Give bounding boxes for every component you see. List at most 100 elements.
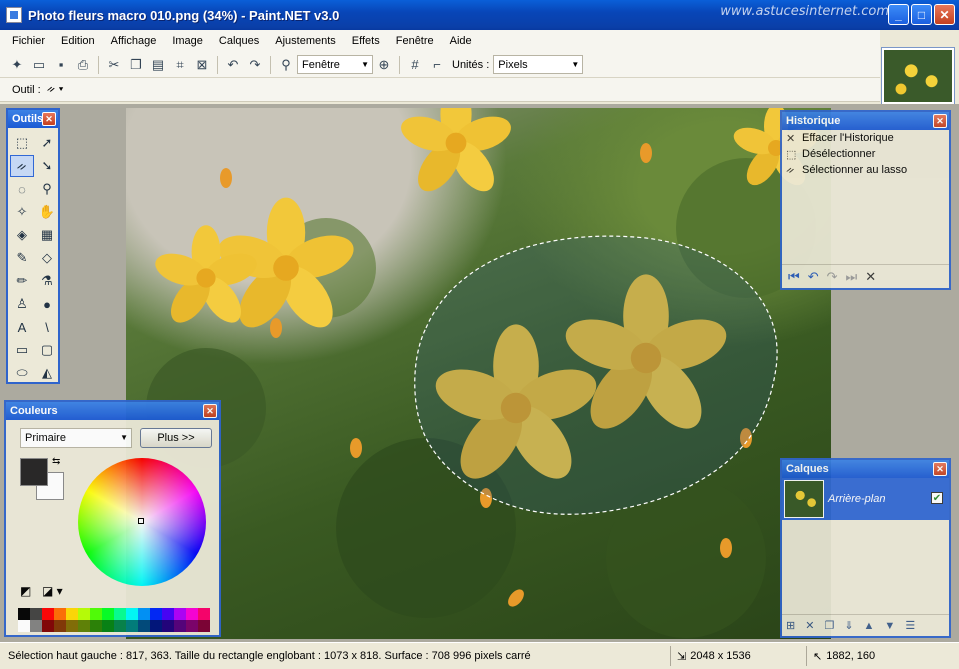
- clone-stamp-icon[interactable]: ♙: [10, 293, 34, 315]
- line-curve-icon[interactable]: \: [35, 316, 59, 338]
- menu-calques[interactable]: Calques: [211, 35, 267, 47]
- maximize-button[interactable]: □: [911, 4, 932, 25]
- move-layer-up-icon[interactable]: ▲: [864, 620, 875, 632]
- palette-swatch[interactable]: [126, 608, 138, 620]
- rewind-icon[interactable]: ⏮: [788, 269, 800, 285]
- paint-bucket-icon[interactable]: ◈: [10, 224, 34, 246]
- palette-swatch[interactable]: [42, 608, 54, 620]
- zoom-out-icon[interactable]: ⚲: [275, 54, 297, 76]
- palette-swatch[interactable]: [114, 608, 126, 620]
- fast-forward-icon[interactable]: ⏭: [846, 269, 858, 285]
- palette-swatch[interactable]: [114, 620, 126, 632]
- delete-layer-icon[interactable]: ✕: [805, 619, 814, 632]
- menu-ajustements[interactable]: Ajustements: [267, 35, 344, 47]
- menu-edition[interactable]: Edition: [53, 35, 103, 47]
- palette-swatch[interactable]: [102, 620, 114, 632]
- menu-fichier[interactable]: Fichier: [4, 35, 53, 47]
- palette-swatch[interactable]: [66, 620, 78, 632]
- palette-swatch[interactable]: [18, 620, 30, 632]
- new-file-icon[interactable]: ✦: [6, 54, 28, 76]
- color-mode-select[interactable]: Primaire ▼: [20, 428, 132, 448]
- palette-swatch[interactable]: [126, 620, 138, 632]
- gradient-icon[interactable]: ▦: [35, 224, 59, 246]
- menu-image[interactable]: Image: [164, 35, 211, 47]
- palette-swatch[interactable]: [186, 620, 198, 632]
- close-icon[interactable]: ✕: [933, 114, 947, 128]
- save-icon[interactable]: ▪: [50, 54, 72, 76]
- palette-swatch[interactable]: [162, 608, 174, 620]
- history-item[interactable]: ✕ Effacer l'Historique: [782, 130, 949, 146]
- move-selected-icon[interactable]: ➘: [35, 155, 59, 177]
- ellipse-select-icon[interactable]: ◌: [10, 178, 34, 200]
- palette-swatch[interactable]: [102, 608, 114, 620]
- menu-fenetre[interactable]: Fenêtre: [388, 35, 442, 47]
- rectangle-shape-icon[interactable]: ▭: [10, 339, 34, 361]
- close-icon[interactable]: ✕: [933, 462, 947, 476]
- menu-effets[interactable]: Effets: [344, 35, 388, 47]
- recolor-icon[interactable]: ●: [35, 293, 59, 315]
- zoom-icon[interactable]: ⚲: [35, 178, 59, 200]
- palette-swatch[interactable]: [78, 620, 90, 632]
- more-colors-button[interactable]: Plus >>: [140, 428, 212, 448]
- palette-swatch[interactable]: [78, 608, 90, 620]
- redo-icon[interactable]: ↷: [244, 54, 266, 76]
- undo-icon[interactable]: ↶: [222, 54, 244, 76]
- duplicate-layer-icon[interactable]: ❐: [824, 619, 834, 632]
- rounded-rectangle-icon[interactable]: ▢: [35, 339, 59, 361]
- palette-swatch[interactable]: [198, 620, 210, 632]
- palette-swatch[interactable]: [198, 608, 210, 620]
- palette-swatch[interactable]: [162, 620, 174, 632]
- menu-aide[interactable]: Aide: [442, 35, 480, 47]
- lasso-tool-selector[interactable]: ᨀ ▾: [47, 83, 64, 96]
- eraser-icon[interactable]: ◇: [35, 247, 59, 269]
- palette-swatch[interactable]: [66, 608, 78, 620]
- palette-swatch[interactable]: [138, 620, 150, 632]
- deselect-icon[interactable]: ⊠: [191, 54, 213, 76]
- palette-swatch[interactable]: [186, 608, 198, 620]
- pencil-icon[interactable]: ✏: [10, 270, 34, 292]
- close-button[interactable]: ✕: [934, 4, 955, 25]
- history-item[interactable]: ᨀ Sélectionner au lasso: [782, 162, 949, 178]
- rectangle-select-icon[interactable]: ⬚: [10, 132, 34, 154]
- reset-colors-icon[interactable]: ◩: [20, 584, 31, 598]
- image-thumbnail[interactable]: [881, 47, 955, 105]
- palette-swatch[interactable]: [54, 620, 66, 632]
- palette-swatch[interactable]: [54, 608, 66, 620]
- palette-swatch[interactable]: [174, 608, 186, 620]
- minimize-button[interactable]: _: [888, 4, 909, 25]
- layer-properties-icon[interactable]: ☰: [905, 619, 915, 632]
- crop-icon[interactable]: ⌗: [169, 54, 191, 76]
- move-selection-icon[interactable]: ➚: [35, 132, 59, 154]
- menu-affichage[interactable]: Affichage: [103, 35, 165, 47]
- text-icon[interactable]: A: [10, 316, 34, 338]
- print-icon[interactable]: ⎙: [72, 54, 94, 76]
- layer-visibility-checkbox[interactable]: ✔: [931, 492, 943, 504]
- close-icon[interactable]: ✕: [203, 404, 217, 418]
- primary-color-swatch[interactable]: [20, 458, 48, 486]
- palette-swatch[interactable]: [90, 608, 102, 620]
- open-folder-icon[interactable]: ▭: [28, 54, 50, 76]
- redo-icon[interactable]: ↷: [827, 269, 838, 285]
- undo-icon[interactable]: ↶: [808, 269, 819, 285]
- history-item[interactable]: ⬚ Désélectionner: [782, 146, 949, 162]
- layer-row[interactable]: Arrière-plan ✔: [782, 478, 949, 520]
- rulers-icon[interactable]: ⌐: [426, 54, 448, 76]
- lasso-select-icon[interactable]: ᨀ: [10, 155, 34, 177]
- color-picker-icon[interactable]: ⚗: [35, 270, 59, 292]
- paintnet-app-icon[interactable]: [6, 7, 22, 23]
- delete-history-icon[interactable]: ✕: [865, 269, 876, 285]
- swap-colors-icon[interactable]: ⇆: [52, 456, 60, 467]
- pan-hand-icon[interactable]: ✋: [35, 201, 59, 223]
- zoom-in-icon[interactable]: ⊕: [373, 54, 395, 76]
- palette-swatch[interactable]: [18, 608, 30, 620]
- paintbrush-icon[interactable]: ✎: [10, 247, 34, 269]
- palette-swatch[interactable]: [90, 620, 102, 632]
- image-canvas[interactable]: [126, 108, 831, 639]
- copy-icon[interactable]: ❐: [125, 54, 147, 76]
- palette-menu-icon[interactable]: ◪ ▾: [42, 584, 63, 598]
- close-icon[interactable]: ✕: [42, 112, 56, 126]
- palette-swatch[interactable]: [150, 620, 162, 632]
- palette-swatch[interactable]: [42, 620, 54, 632]
- color-wheel-marker[interactable]: [138, 518, 144, 524]
- add-layer-icon[interactable]: ⊞: [786, 619, 795, 632]
